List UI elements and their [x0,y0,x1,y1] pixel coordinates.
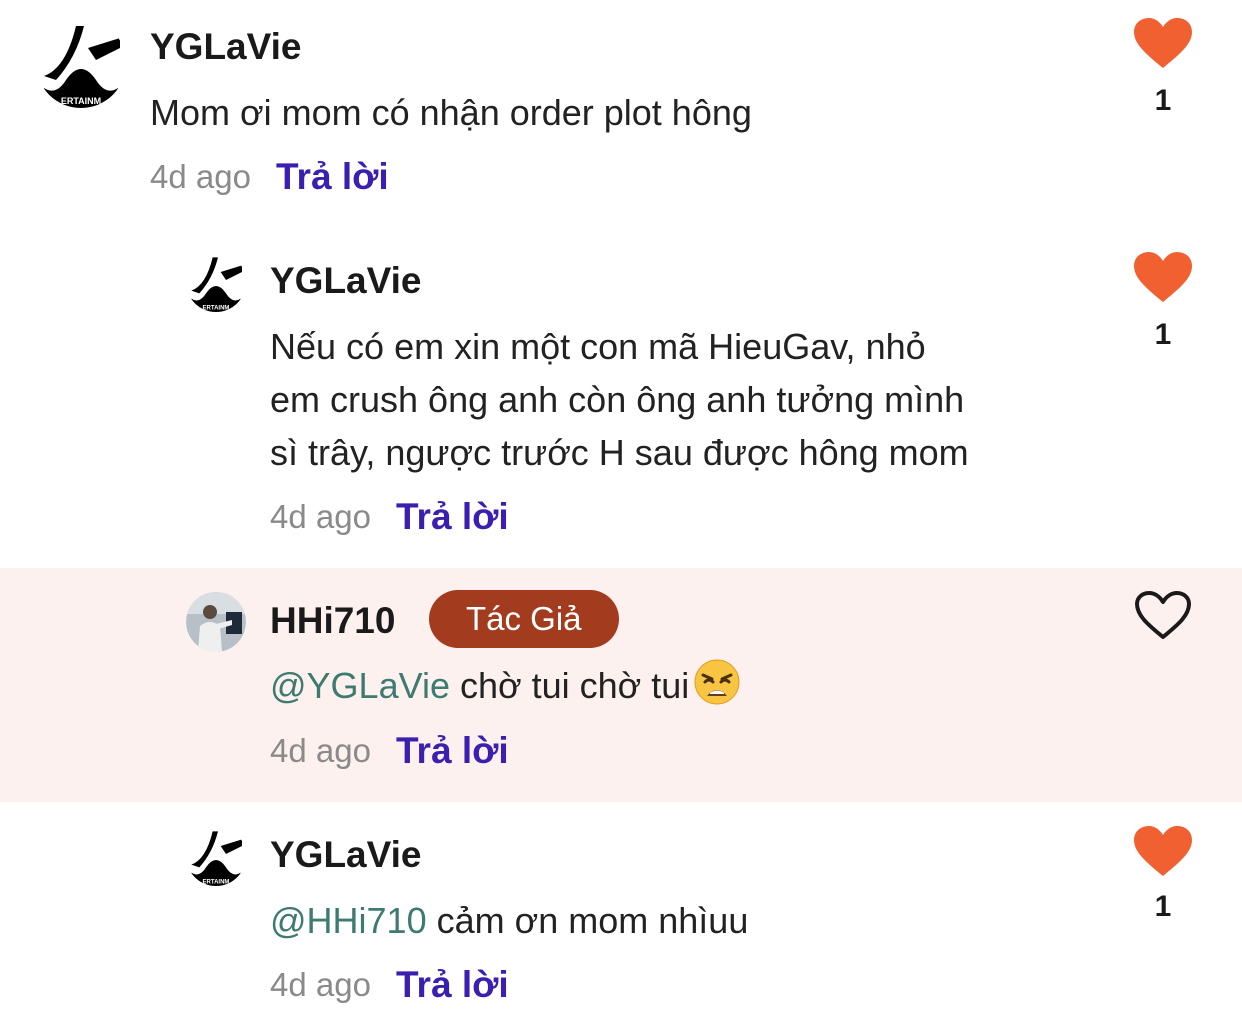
like-count: 1 [1154,890,1172,923]
comment-text-body: chờ tui chờ tui [449,665,690,706]
username[interactable]: YGLaVie [270,260,422,302]
entertainment-logo-icon: ERTAINM [186,252,246,312]
comment-item: ERTAINM YGLaVie Mom ơi mom có nhận order… [0,0,1242,222]
avatar[interactable]: ERTAINM [186,826,246,886]
comment-text-line: em crush ông anh còn ông anh tưởng mình [270,379,965,420]
reply-button[interactable]: Trả lời [396,496,509,538]
comment-text: @YGLaVie chờ tui chờ tui [270,658,741,720]
entertainment-logo-icon: ERTAINM [36,18,126,108]
entertainment-logo-icon: ERTAINM [186,826,246,886]
svg-text:ERTAINM: ERTAINM [203,305,230,311]
comment-item: ERTAINM YGLaVie @HHi710 cảm ơn mom nhìuu… [0,802,1242,1034]
comment-text: Nếu có em xin một con mã HieuGav, nhỏ em… [270,320,969,479]
timestamp: 4d ago [270,966,371,1003]
reply-button[interactable]: Trả lời [396,964,509,1006]
comment-text-body: cảm ơn mom nhìuu [426,900,749,941]
heart-filled-icon [1134,18,1192,68]
timestamp: 4d ago [270,498,371,535]
like-count: 1 [1154,84,1172,117]
svg-text:ERTAINM: ERTAINM [61,96,101,106]
avatar[interactable]: ERTAINM [186,252,246,312]
heart-filled-icon [1134,252,1192,302]
reply-button[interactable]: Trả lời [396,730,509,772]
comment-text: @HHi710 cảm ơn mom nhìuu [270,894,748,947]
mention-link[interactable]: @YGLaVie [270,665,450,706]
weary-face-emoji [693,658,741,720]
comment-item: ERTAINM YGLaVie Nếu có em xin một con mã… [0,222,1242,568]
avatar[interactable] [186,592,246,652]
username[interactable]: YGLaVie [150,26,302,68]
timestamp: 4d ago [270,732,371,769]
author-badge: Tác Giả [429,590,619,648]
username[interactable]: HHi710 [270,600,395,642]
heart-outline-icon [1135,591,1191,639]
reply-button[interactable]: Trả lời [276,156,389,198]
like-button[interactable] [1134,590,1192,642]
comment-text-line: sì trây, ngược trước H sau được hông mom [270,432,969,473]
like-button[interactable] [1134,826,1192,878]
timestamp: 4d ago [150,158,251,195]
heart-filled-icon [1134,826,1192,876]
like-count: 1 [1154,318,1172,351]
comment-text: Mom ơi mom có nhận order plot hông [150,92,752,133]
svg-text:ERTAINM: ERTAINM [203,879,230,885]
avatar[interactable]: ERTAINM [36,18,126,108]
comment-item-highlighted: HHi710 Tác Giả @YGLaVie chờ tui chờ tui … [0,568,1242,802]
mention-link[interactable]: @HHi710 [270,900,427,941]
like-button[interactable] [1134,252,1192,304]
user-photo-avatar [186,592,246,652]
username[interactable]: YGLaVie [270,834,422,876]
comment-text-line: Nếu có em xin một con mã HieuGav, nhỏ [270,326,926,367]
like-button[interactable] [1134,18,1192,70]
